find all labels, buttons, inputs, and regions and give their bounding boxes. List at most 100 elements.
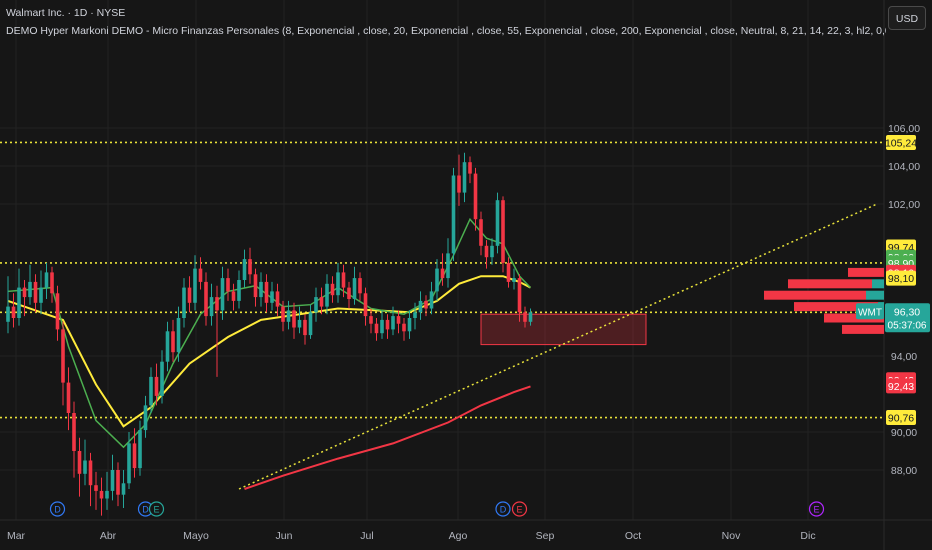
candle-body bbox=[286, 310, 291, 322]
candle-body bbox=[72, 413, 76, 451]
volume-profile-bar-down bbox=[764, 290, 866, 300]
candle-body bbox=[171, 331, 175, 353]
candle-body bbox=[501, 200, 505, 263]
price-label: 105,24 bbox=[885, 137, 917, 149]
candle-body bbox=[363, 293, 368, 317]
candle-body bbox=[325, 283, 329, 307]
candle-body bbox=[28, 281, 32, 298]
candle-body bbox=[369, 316, 373, 324]
candle-body bbox=[451, 175, 456, 254]
candle-body bbox=[517, 278, 522, 313]
y-tick-label: 88,00 bbox=[891, 465, 917, 477]
candle-body bbox=[176, 318, 181, 353]
candle-body bbox=[506, 262, 511, 282]
candle-body bbox=[105, 490, 109, 499]
candle-body bbox=[154, 376, 159, 396]
y-tick-label: 94,00 bbox=[891, 351, 917, 363]
candle-body bbox=[242, 259, 247, 280]
x-tick-label: Mar bbox=[7, 530, 26, 542]
candle-body bbox=[99, 490, 104, 499]
candle-body bbox=[473, 173, 478, 220]
candle-body bbox=[182, 287, 186, 318]
event-marker-letter: E bbox=[153, 505, 159, 515]
candle-body bbox=[215, 297, 219, 311]
candle-body bbox=[6, 306, 10, 322]
candle-body bbox=[110, 470, 115, 491]
price-label: 92,43 bbox=[888, 381, 914, 393]
symbol-title: Walmart Inc. · 1D · NYSE bbox=[6, 7, 126, 19]
candle-body bbox=[143, 405, 148, 431]
candle-body bbox=[253, 274, 258, 298]
candle-body bbox=[314, 297, 318, 313]
volume-profile-bar-up bbox=[872, 279, 884, 289]
candle-body bbox=[391, 316, 395, 330]
candle-body bbox=[341, 272, 346, 288]
candle-body bbox=[292, 310, 296, 328]
candle-body bbox=[237, 280, 241, 301]
candle-body bbox=[446, 253, 450, 279]
candle-body bbox=[220, 278, 225, 311]
candle-body bbox=[231, 291, 236, 301]
candle-body bbox=[385, 319, 390, 330]
candle-body bbox=[160, 361, 164, 396]
x-tick-label: Oct bbox=[625, 530, 641, 542]
candle-body bbox=[297, 319, 302, 328]
candle-body bbox=[88, 460, 93, 486]
candle-body bbox=[468, 162, 472, 174]
candle-body bbox=[121, 483, 126, 495]
candle-body bbox=[33, 281, 38, 303]
event-marker-letter: D bbox=[54, 505, 61, 515]
candle-body bbox=[44, 272, 49, 288]
volume-profile-bar-down bbox=[848, 267, 884, 277]
candle-body bbox=[270, 291, 274, 303]
x-tick-label: Mayo bbox=[183, 530, 209, 542]
candle-body bbox=[429, 291, 434, 309]
candle-body bbox=[165, 331, 170, 362]
candle-body bbox=[462, 162, 467, 193]
candle-body bbox=[77, 451, 82, 474]
candle-body bbox=[512, 278, 516, 282]
candle-body bbox=[407, 318, 412, 332]
volume-profile-bar-up bbox=[866, 290, 884, 300]
x-tick-label: Sep bbox=[536, 530, 555, 542]
candle-body bbox=[457, 175, 461, 193]
candle-body bbox=[209, 297, 214, 317]
candle-body bbox=[61, 329, 65, 383]
event-marker-letter: D bbox=[142, 505, 149, 515]
candle-body bbox=[39, 287, 43, 303]
candle-body bbox=[248, 259, 252, 275]
currency-button[interactable]: USD bbox=[888, 6, 926, 30]
candle-body bbox=[303, 319, 307, 336]
x-tick-label: Dic bbox=[800, 530, 815, 542]
price-label: 90,76 bbox=[888, 413, 914, 425]
candle-body bbox=[226, 278, 230, 292]
event-marker-letter: D bbox=[500, 505, 507, 515]
candle-body bbox=[94, 485, 98, 491]
candle-body bbox=[479, 219, 483, 246]
candle-body bbox=[55, 293, 60, 330]
candle-body bbox=[358, 278, 362, 294]
candle-body bbox=[132, 443, 137, 469]
candle-body bbox=[330, 283, 335, 296]
symbol-tag: WMT bbox=[858, 307, 882, 318]
candle-body bbox=[495, 200, 500, 246]
candle-body bbox=[440, 268, 445, 279]
candle-body bbox=[484, 245, 489, 258]
price-label: 98,10 bbox=[888, 273, 914, 285]
candle-body bbox=[374, 323, 379, 334]
candle-body bbox=[11, 306, 16, 318]
candle-body bbox=[204, 281, 208, 317]
candle-body bbox=[127, 443, 131, 484]
candle-body bbox=[418, 300, 423, 313]
volume-profile-bar-down bbox=[842, 324, 884, 334]
candle-body bbox=[149, 376, 153, 406]
candle-body bbox=[424, 300, 428, 309]
candle-body bbox=[396, 316, 401, 324]
candle-body bbox=[50, 272, 54, 294]
price-chart[interactable]: Mar Abr Mayo Jun Jul Ago Sep Oct Nov Dic 106,00 104… bbox=[0, 0, 932, 550]
candle-body bbox=[193, 268, 197, 303]
candle-body bbox=[17, 287, 21, 318]
volume-profile-bar-down bbox=[788, 279, 872, 289]
last-price: 96,30 bbox=[894, 306, 920, 318]
indicator-legend: DEMO Hyper Markoni DEMO - Micro Finanzas… bbox=[6, 25, 886, 37]
